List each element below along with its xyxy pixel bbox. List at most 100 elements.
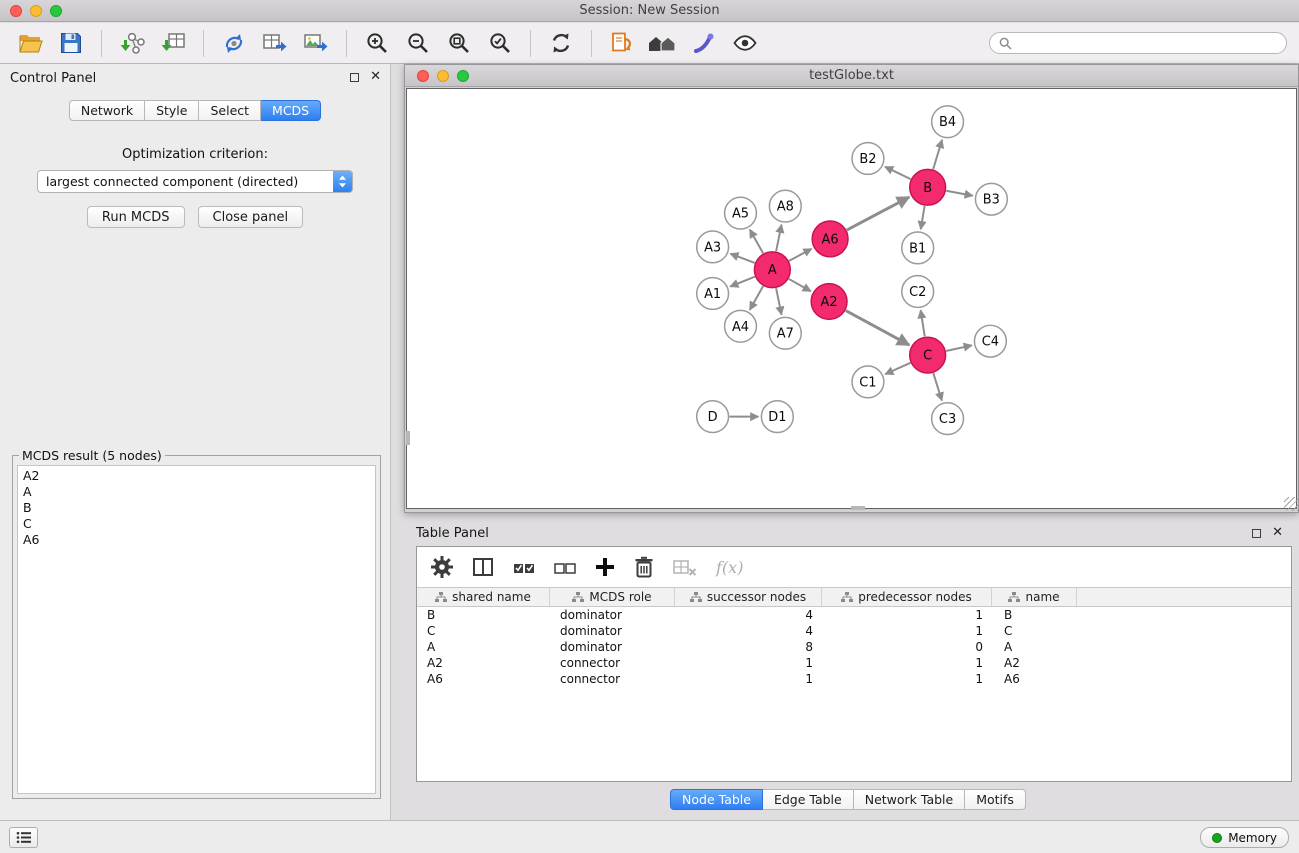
table-settings-button[interactable]: [431, 556, 453, 578]
column-header-name[interactable]: name: [992, 588, 1077, 606]
node-B2[interactable]: B2: [852, 143, 884, 175]
column-header-MCDS-role[interactable]: MCDS role: [550, 588, 675, 606]
deselect-all-button[interactable]: [554, 557, 576, 577]
tab-mcds[interactable]: MCDS: [261, 100, 321, 121]
node-C3[interactable]: C3: [932, 403, 964, 435]
result-item[interactable]: A6: [23, 532, 370, 548]
node-C1[interactable]: C1: [852, 366, 884, 398]
import-table-button[interactable]: [155, 27, 191, 59]
result-item[interactable]: C: [23, 516, 370, 532]
node-D[interactable]: D: [697, 401, 729, 433]
column-header-shared-name[interactable]: shared name: [417, 588, 550, 606]
minimize-network-window-button[interactable]: [437, 70, 449, 82]
minimize-window-button[interactable]: [30, 5, 42, 17]
table-row[interactable]: Adominator80A: [417, 639, 1291, 655]
status-menu-button[interactable]: [9, 827, 38, 848]
node-B1[interactable]: B1: [902, 232, 934, 264]
edge-C-C2[interactable]: [921, 310, 925, 336]
node-A7[interactable]: A7: [769, 317, 801, 349]
close-panel-button[interactable]: Close panel: [198, 206, 304, 228]
close-panel-icon[interactable]: ✕: [370, 72, 381, 82]
open-session-button[interactable]: [12, 27, 48, 59]
delete-table-button[interactable]: [673, 557, 697, 577]
edge-B-B4[interactable]: [933, 140, 942, 169]
node-B3[interactable]: B3: [975, 183, 1007, 215]
node-A5[interactable]: A5: [725, 197, 757, 229]
tab-style[interactable]: Style: [145, 100, 199, 121]
edge-B-B2[interactable]: [885, 167, 911, 179]
add-column-button[interactable]: [595, 557, 615, 577]
show-graphics-button[interactable]: [727, 27, 763, 59]
result-item[interactable]: A: [23, 484, 370, 500]
pane-divider-handle[interactable]: [406, 431, 410, 445]
clone-network-button[interactable]: [216, 27, 252, 59]
node-A8[interactable]: A8: [769, 190, 801, 222]
edge-A-A4[interactable]: [750, 286, 763, 310]
resize-grip[interactable]: [1284, 497, 1298, 511]
node-B4[interactable]: B4: [932, 106, 964, 138]
tab-motifs[interactable]: Motifs: [965, 789, 1026, 810]
table-row[interactable]: A6connector11A6: [417, 671, 1291, 687]
edge-A2-C[interactable]: [846, 311, 910, 346]
export-image-button[interactable]: [298, 27, 334, 59]
edge-C-C1[interactable]: [885, 363, 910, 374]
search-box[interactable]: [989, 32, 1287, 54]
node-A3[interactable]: A3: [697, 231, 729, 263]
node-C4[interactable]: C4: [974, 325, 1006, 357]
tab-select[interactable]: Select: [199, 100, 261, 121]
edge-A-A8[interactable]: [776, 225, 781, 252]
export-table-button[interactable]: [257, 27, 293, 59]
node-A1[interactable]: A1: [697, 278, 729, 310]
export-document-button[interactable]: [604, 27, 640, 59]
tab-network-table[interactable]: Network Table: [854, 789, 966, 810]
node-A6[interactable]: A6: [812, 221, 848, 257]
home-networks-button[interactable]: [645, 27, 681, 59]
edge-A-A2[interactable]: [789, 279, 811, 291]
zoom-out-button[interactable]: [400, 27, 436, 59]
float-panel-icon[interactable]: [350, 73, 359, 82]
close-window-button[interactable]: [10, 5, 22, 17]
node-C2[interactable]: C2: [902, 276, 934, 308]
refresh-button[interactable]: [543, 27, 579, 59]
table-row[interactable]: Cdominator41C: [417, 623, 1291, 639]
memory-button[interactable]: Memory: [1200, 827, 1289, 848]
result-item[interactable]: B: [23, 500, 370, 516]
result-item[interactable]: A2: [23, 468, 370, 484]
search-input[interactable]: [1017, 36, 1277, 50]
edge-C-C3[interactable]: [933, 373, 942, 401]
edge-A-A6[interactable]: [789, 249, 812, 261]
zoom-network-window-button[interactable]: [457, 70, 469, 82]
import-network-button[interactable]: [114, 27, 150, 59]
function-builder-button[interactable]: f(x): [716, 558, 743, 577]
edge-A6-B[interactable]: [847, 197, 909, 230]
edge-A-A5[interactable]: [750, 230, 763, 254]
edge-A-A7[interactable]: [776, 288, 781, 315]
analyzer-button[interactable]: [686, 27, 722, 59]
zoom-selected-button[interactable]: [482, 27, 518, 59]
run-mcds-button[interactable]: Run MCDS: [87, 206, 185, 228]
node-B[interactable]: B: [910, 169, 946, 205]
edge-B-B3[interactable]: [946, 191, 973, 196]
node-A[interactable]: A: [754, 252, 790, 288]
select-all-button[interactable]: [513, 557, 535, 577]
delete-column-button[interactable]: [634, 556, 654, 578]
table-row[interactable]: Bdominator41B: [417, 607, 1291, 623]
node-C[interactable]: C: [910, 337, 946, 373]
tab-network[interactable]: Network: [69, 100, 145, 121]
node-A4[interactable]: A4: [725, 310, 757, 342]
zoom-fit-button[interactable]: [441, 27, 477, 59]
edge-B-B1[interactable]: [921, 206, 925, 229]
table-row[interactable]: A2connector11A2: [417, 655, 1291, 671]
optimization-criterion-select[interactable]: largest connected component (directed): [37, 170, 353, 193]
float-table-panel-icon[interactable]: [1252, 529, 1261, 538]
edge-A-A1[interactable]: [730, 277, 755, 287]
node-A2[interactable]: A2: [811, 284, 847, 320]
zoom-window-button[interactable]: [50, 5, 62, 17]
tab-node-table[interactable]: Node Table: [670, 789, 763, 810]
close-table-panel-icon[interactable]: ✕: [1272, 528, 1283, 538]
save-session-button[interactable]: [53, 27, 89, 59]
column-header-successor-nodes[interactable]: successor nodes: [675, 588, 822, 606]
zoom-in-button[interactable]: [359, 27, 395, 59]
close-network-window-button[interactable]: [417, 70, 429, 82]
column-header-predecessor-nodes[interactable]: predecessor nodes: [822, 588, 992, 606]
